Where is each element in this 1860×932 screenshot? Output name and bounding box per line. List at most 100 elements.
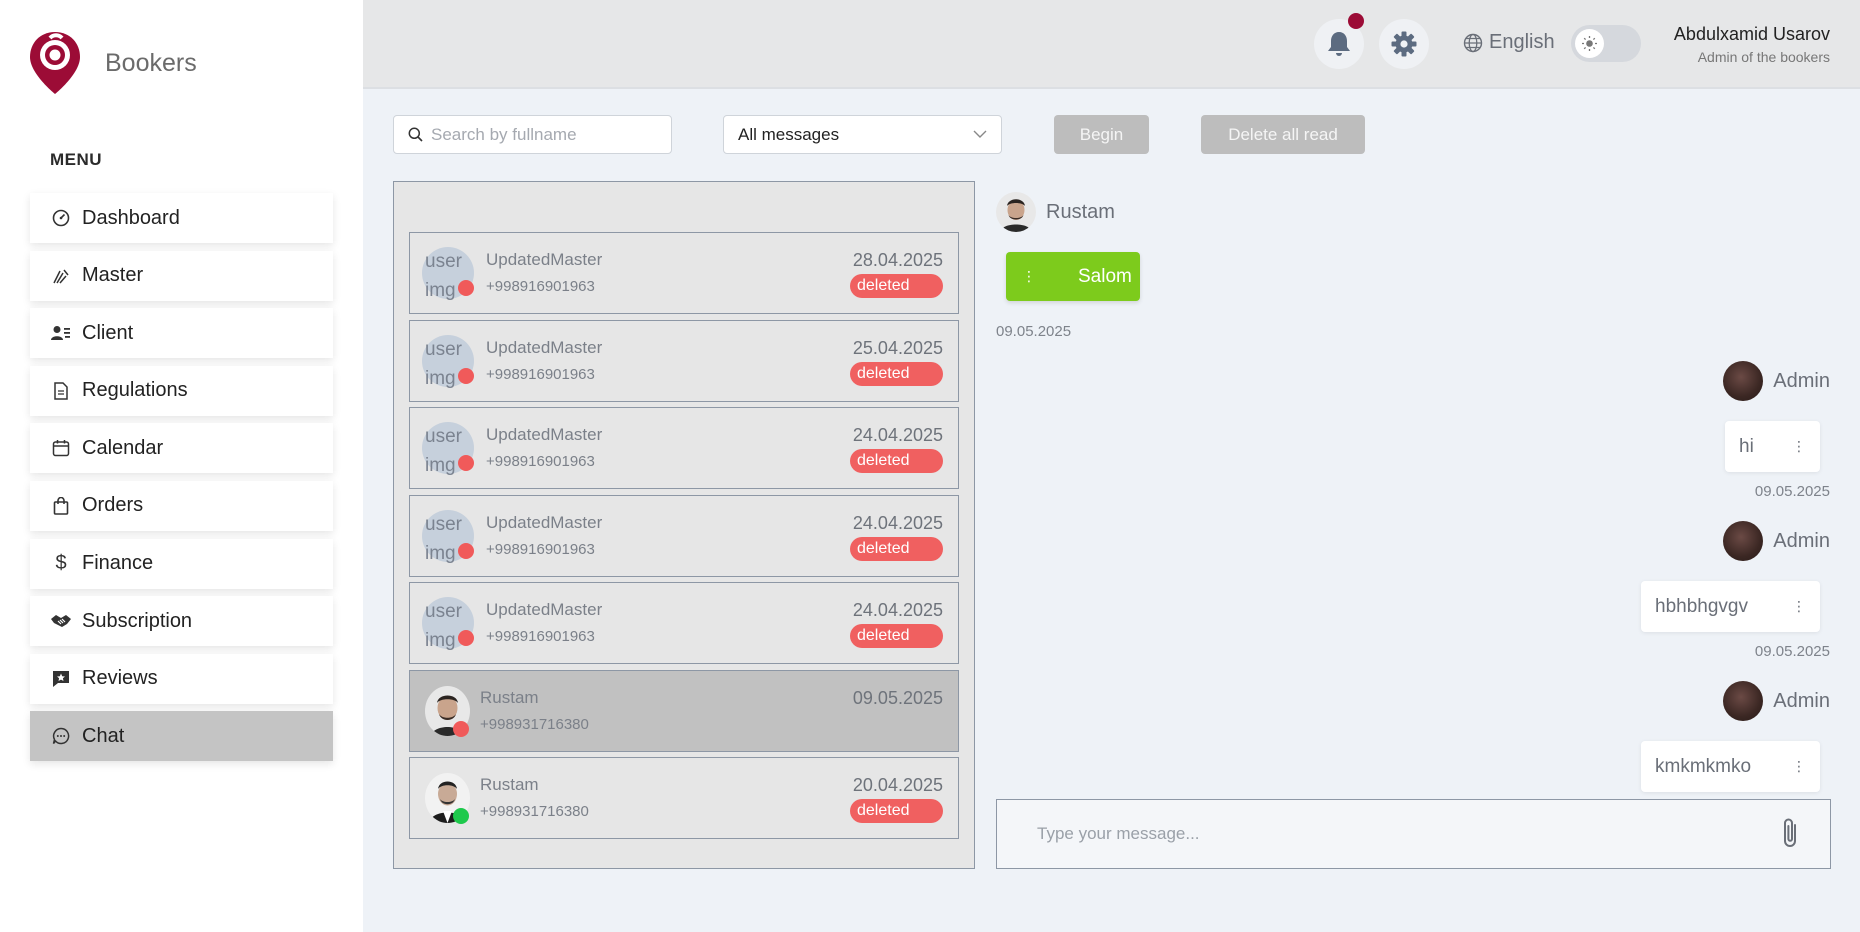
- message-menu-icon[interactable]: ⋮: [1792, 758, 1806, 775]
- message-date: 09.05.2025: [1754, 483, 1830, 500]
- theme-toggle[interactable]: [1571, 25, 1641, 62]
- document-icon: [50, 380, 72, 402]
- sidebar-item-label: Calendar: [82, 436, 164, 459]
- sidebar-item-subscription[interactable]: Subscription: [30, 596, 333, 647]
- chat-name: UpdatedMaster: [486, 337, 603, 357]
- message-text: kmkmkmko: [1655, 755, 1752, 777]
- sidebar-item-calendar[interactable]: Calendar: [30, 423, 333, 474]
- chat-list-item-active[interactable]: Rustam +998931716380 09.05.2025: [409, 669, 959, 752]
- chat-phone: +998916901963: [486, 278, 595, 295]
- review-icon: [50, 668, 72, 690]
- sidebar-item-orders[interactable]: Orders: [30, 480, 333, 531]
- avatar: [1723, 361, 1764, 401]
- sender-row: Admin: [1723, 361, 1830, 401]
- chat-name: Rustam: [480, 775, 539, 794]
- sidebar-item-dashboard[interactable]: Dashboard: [30, 193, 333, 243]
- sidebar-item-label: Reviews: [82, 667, 158, 690]
- sender-name: Admin: [1773, 689, 1830, 712]
- status-badge: deleted: [850, 361, 943, 386]
- sidebar-item-client[interactable]: Client: [30, 308, 333, 359]
- status-dot: [453, 720, 469, 737]
- chat-list-item[interactable]: user img UpdatedMaster +998916901963 24.…: [409, 494, 959, 577]
- shopping-bag-icon: [50, 495, 72, 517]
- outgoing-message[interactable]: hi ⋮: [1725, 421, 1820, 472]
- chat-list-item[interactable]: user img UpdatedMaster +998916901963 24.…: [409, 407, 959, 489]
- chat-list-item[interactable]: user img UpdatedMaster +998916901963 25.…: [409, 319, 959, 402]
- message-menu-icon[interactable]: ⋮: [1792, 598, 1806, 615]
- avatar: [1723, 681, 1764, 721]
- chat-list-item[interactable]: Rustam +998931716380 20.04.2025 deleted: [409, 757, 959, 839]
- sidebar-item-label: Regulations: [82, 379, 188, 402]
- globe-icon: [1463, 33, 1483, 52]
- message-text: Salom: [1078, 265, 1132, 287]
- outgoing-message[interactable]: hbhbhgvgv ⋮: [1641, 581, 1820, 632]
- sidebar-item-reviews[interactable]: Reviews: [30, 653, 333, 704]
- settings-button[interactable]: [1379, 19, 1429, 69]
- sidebar-item-label: Dashboard: [82, 206, 180, 229]
- sidebar-menu: Dashboard Master Client Regulations Cale…: [30, 193, 333, 769]
- paperclip-icon[interactable]: [1778, 817, 1802, 851]
- chat-date: 28.04.2025: [852, 250, 943, 270]
- status-dot: [458, 542, 474, 559]
- chat-icon: [50, 725, 72, 747]
- dollar-icon: $: [55, 552, 67, 575]
- status-badge: deleted: [850, 536, 943, 561]
- chat-date: 24.04.2025: [852, 600, 943, 620]
- chat-name: UpdatedMaster: [486, 512, 603, 532]
- filter-value: All messages: [738, 124, 840, 144]
- begin-button[interactable]: Begin: [1054, 115, 1149, 154]
- status-dot: [458, 367, 474, 384]
- language-label: English: [1489, 31, 1555, 53]
- message-input[interactable]: [1037, 824, 1737, 844]
- bookers-logo-icon[interactable]: [28, 30, 82, 96]
- menu-title: MENU: [50, 150, 103, 169]
- sidebar-item-regulations[interactable]: Regulations: [30, 365, 333, 416]
- chat-list: user img UpdatedMaster +998916901963 28.…: [393, 181, 975, 869]
- chat-name: UpdatedMaster: [486, 600, 603, 619]
- chat-phone: +998916901963: [486, 540, 595, 558]
- master-icon: [50, 265, 72, 287]
- chat-name: UpdatedMaster: [486, 250, 603, 269]
- message-menu-icon[interactable]: ⋮: [1022, 268, 1040, 285]
- dashboard-icon: [50, 207, 72, 229]
- search-box[interactable]: [393, 115, 672, 154]
- status-dot: [458, 630, 474, 646]
- search-icon: [408, 127, 423, 142]
- top-header: English Abdulxamid Usarov Admin of the b…: [363, 0, 1860, 89]
- language-selector[interactable]: English: [1463, 31, 1555, 54]
- client-icon: [50, 322, 72, 344]
- user-name[interactable]: Abdulxamid Usarov: [1674, 24, 1830, 45]
- outgoing-message[interactable]: kmkmkmko ⋮: [1641, 741, 1820, 792]
- message-text: hbhbhgvgv: [1655, 595, 1748, 617]
- chat-name: Rustam: [480, 687, 539, 707]
- message-date: 09.05.2025: [996, 323, 1072, 340]
- sidebar-item-chat[interactable]: Chat: [30, 711, 333, 762]
- chat-date: 20.04.2025: [852, 775, 943, 795]
- status-badge: deleted: [850, 449, 943, 473]
- search-input[interactable]: [431, 124, 661, 145]
- status-badge: deleted: [850, 624, 943, 648]
- chevron-down-icon: [973, 130, 987, 138]
- sidebar-item-label: Chat: [82, 724, 125, 747]
- notification-badge: [1348, 13, 1364, 29]
- sender-row: Admin: [1723, 681, 1830, 721]
- message-menu-icon[interactable]: ⋮: [1792, 438, 1806, 455]
- bell-icon: [1328, 32, 1350, 56]
- status-dot: [453, 808, 469, 824]
- incoming-message[interactable]: ⋮ Salom: [1006, 252, 1140, 301]
- message-filter-select[interactable]: All messages: [723, 115, 1002, 154]
- avatar: [1723, 521, 1764, 561]
- chat-list-item[interactable]: user img UpdatedMaster +998916901963 24.…: [409, 582, 959, 664]
- handshake-icon: [50, 610, 72, 632]
- contact-avatar: [996, 192, 1036, 232]
- gear-icon: [1391, 31, 1417, 57]
- chat-date: 25.04.2025: [852, 337, 943, 358]
- status-dot: [458, 280, 474, 296]
- delete-all-read-button[interactable]: Delete all read: [1201, 115, 1365, 154]
- sidebar-item-finance[interactable]: $ Finance: [30, 538, 333, 589]
- chat-list-item[interactable]: user img UpdatedMaster +998916901963 28.…: [409, 232, 959, 314]
- sidebar-item-master[interactable]: Master: [30, 250, 333, 301]
- sidebar-item-label: Master: [82, 264, 144, 287]
- sidebar-item-label: Subscription: [82, 609, 193, 632]
- message-composer: [996, 799, 1831, 869]
